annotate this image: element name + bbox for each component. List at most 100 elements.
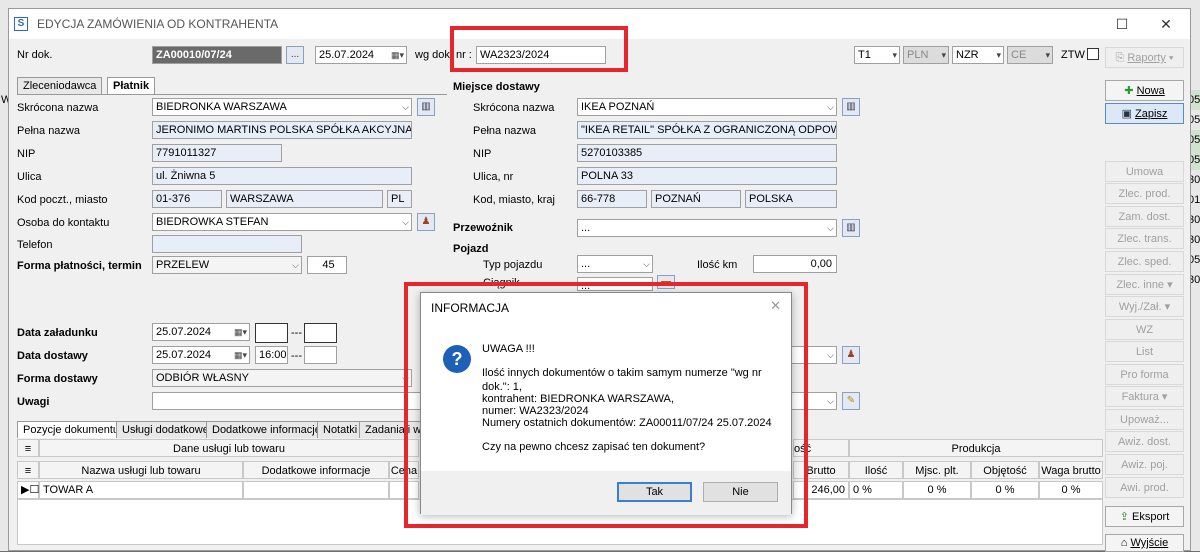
delivery-book-icon[interactable]: ▥: [842, 98, 860, 116]
upowaz-button[interactable]: Upoważ...: [1105, 409, 1184, 430]
awiz-dost-button[interactable]: Awiz. dost.: [1105, 431, 1184, 452]
carrier-book-icon[interactable]: ▥: [842, 219, 860, 237]
delivery-country[interactable]: POLSKA: [745, 190, 837, 208]
list-button[interactable]: List: [1105, 341, 1184, 362]
dialog-line-5: Numery ostatnich dokumentów: ZA00011/07/…: [482, 417, 772, 429]
kod-label: Kod poczt., miasto: [17, 194, 108, 206]
zlec-inne-button[interactable]: Zlec. inne ▾: [1105, 274, 1184, 295]
tab-zleceniodawca[interactable]: Zleceniodawca: [17, 77, 103, 94]
zam-dost-button[interactable]: Zam. dost.: [1105, 206, 1184, 227]
delivery-short-name-select[interactable]: IKEA POZNAŃ ⌵: [577, 98, 837, 116]
yes-button[interactable]: Tak: [617, 482, 692, 502]
raporty-button[interactable]: ⎘ Raporty ▾: [1105, 47, 1184, 68]
tab-notatki[interactable]: Notatki: [317, 421, 364, 438]
col-info-header[interactable]: Dodatkowe informacje: [243, 461, 389, 479]
person-icon[interactable]: ♟: [417, 213, 435, 231]
nr-dok-field[interactable]: ZA00010/07/24: [152, 46, 282, 64]
delivery-street[interactable]: POLNA 33: [577, 167, 837, 185]
ce-select[interactable]: CE ▾: [1007, 46, 1053, 64]
payment-term[interactable]: 45: [307, 256, 347, 274]
loading-time-to[interactable]: [304, 323, 337, 343]
person-icon[interactable]: ♟: [842, 346, 860, 364]
zlec-trans-button[interactable]: Zlec. trans.: [1105, 228, 1184, 249]
currency-select[interactable]: PLN ▾: [903, 46, 949, 64]
loading-date: 25.07.2024: [156, 326, 212, 338]
client-city[interactable]: WARSZAWA: [226, 190, 383, 208]
forma-platnosci-label: Forma płatności, termin: [17, 260, 142, 272]
client-street[interactable]: ul. Żniwna 5: [152, 167, 412, 185]
delivery-full-name[interactable]: "IKEA RETAIL" SPÓŁKA Z OGRANICZONĄ ODPOW…: [577, 121, 837, 139]
client-full-name[interactable]: JERONIMO MARTINS POLSKA SPÓŁKA AKCYJNA: [152, 121, 412, 139]
col-name-header[interactable]: Nazwa usługi lub towaru: [39, 461, 243, 479]
przewoznik-label: Przewoźnik: [453, 222, 513, 234]
col-waga-header[interactable]: Waga brutto: [1039, 461, 1103, 479]
tab-pozycje[interactable]: Pozycje dokumentu: [17, 421, 125, 438]
client-country[interactable]: PL: [387, 190, 412, 208]
loading-time-from[interactable]: [255, 323, 288, 343]
wyj-zal-button[interactable]: Wyj./Zał. ▾: [1105, 296, 1184, 317]
delivery-time-to[interactable]: [304, 346, 337, 364]
tab-platnik[interactable]: Płatnik: [107, 77, 156, 94]
exit-button[interactable]: ⌂ Wyjście: [1105, 534, 1184, 552]
tab-uslugi[interactable]: Usługi dodatkowe: [116, 421, 215, 438]
dialog-line-3: kontrahent: BIEDRONKA WARSZAWA,: [482, 393, 674, 405]
col-ilosc-header[interactable]: Ilość: [849, 461, 903, 479]
client-panel-divider: [17, 94, 447, 95]
loading-date-field[interactable]: 25.07.2024 ▦▾: [152, 323, 250, 341]
nr-dok-browse-button[interactable]: ...: [286, 46, 304, 64]
awiz-poj-button[interactable]: Awiz. poj.: [1105, 454, 1184, 475]
wz-button[interactable]: WZ: [1105, 319, 1184, 340]
pro-forma-button[interactable]: Pro forma: [1105, 364, 1184, 385]
edit-notes-icon[interactable]: ✎: [842, 392, 860, 410]
close-icon[interactable]: ✕: [1151, 14, 1181, 34]
client-phone[interactable]: [152, 235, 302, 253]
tab-dodatkowe[interactable]: Dodatkowe informacje: [206, 421, 327, 438]
export-button[interactable]: ⇪ Eksport: [1105, 506, 1184, 527]
km-field[interactable]: 0,00: [753, 255, 837, 273]
t1-select[interactable]: T1 ▾: [854, 46, 900, 64]
row-info-cell[interactable]: [243, 481, 389, 499]
row-waga-cell[interactable]: 0 %: [1039, 481, 1103, 499]
delivery-nip[interactable]: 5270103385: [577, 144, 837, 162]
nzr-select[interactable]: NZR ▾: [952, 46, 1004, 64]
dialog-close-icon[interactable]: ✕: [770, 298, 781, 314]
question-icon: ?: [443, 345, 471, 373]
faktura-button[interactable]: Faktura ▾: [1105, 386, 1184, 407]
date-field[interactable]: 25.07.2024 ▦▾: [315, 46, 407, 64]
delivery-time-from[interactable]: 16:00: [255, 346, 288, 364]
chevron-down-icon: ⌵: [827, 396, 834, 406]
contact-person-select[interactable]: BIEDROWKA STEFAN ⌵: [152, 213, 412, 231]
row-objetosc-cell[interactable]: 0 %: [971, 481, 1039, 499]
delivery-date-field[interactable]: 25.07.2024 ▦▾: [152, 346, 250, 364]
save-button[interactable]: ▣ Zapisz: [1105, 103, 1184, 124]
zlec-sped-button[interactable]: Zlec. sped.: [1105, 251, 1184, 272]
vehicle-type-select[interactable]: ... ⌵: [577, 255, 653, 273]
delivery-postcode[interactable]: 66-778: [577, 190, 647, 208]
delivery-city[interactable]: POZNAŃ: [651, 190, 741, 208]
zlec-prod-button[interactable]: Zlec. prod.: [1105, 183, 1184, 204]
row-miejsc-cell[interactable]: 0 %: [903, 481, 971, 499]
delivery-form-select[interactable]: ODBIÓR WŁASNY ⌵: [152, 369, 412, 387]
no-button[interactable]: Nie: [703, 482, 778, 502]
carrier-value: ...: [581, 222, 591, 234]
calendar-icon[interactable]: ▦▾: [234, 324, 247, 340]
row-indicator[interactable]: ▶☐: [17, 481, 39, 499]
floppy-icon: ▣: [1121, 108, 1136, 120]
row-ilosc-cell[interactable]: 0 %: [849, 481, 903, 499]
client-book-icon[interactable]: ▥: [417, 98, 435, 116]
col-objetosc-header[interactable]: Objętość: [971, 461, 1039, 479]
payment-method-select[interactable]: PRZELEW ⌵: [152, 256, 302, 274]
maximize-button[interactable]: ☐: [1107, 14, 1137, 34]
carrier-select[interactable]: ... ⌵: [577, 219, 837, 237]
client-short-name-select[interactable]: BIEDRONKA WARSZAWA ⌵: [152, 98, 412, 116]
calendar-icon[interactable]: ▦▾: [234, 347, 247, 363]
awi-prod-button[interactable]: Awi. prod.: [1105, 477, 1184, 498]
col-miejsc-header[interactable]: Mjsc. plt.: [903, 461, 971, 479]
calendar-icon[interactable]: ▦▾: [391, 47, 404, 63]
ztw-checkbox[interactable]: [1087, 48, 1099, 60]
row-name-cell[interactable]: TOWAR A: [39, 481, 243, 499]
client-nip[interactable]: 7791011327: [152, 144, 282, 162]
client-postcode[interactable]: 01-376: [152, 190, 222, 208]
umowa-button[interactable]: Umowa: [1105, 161, 1184, 182]
new-button[interactable]: ✚ Nowa: [1105, 80, 1184, 101]
